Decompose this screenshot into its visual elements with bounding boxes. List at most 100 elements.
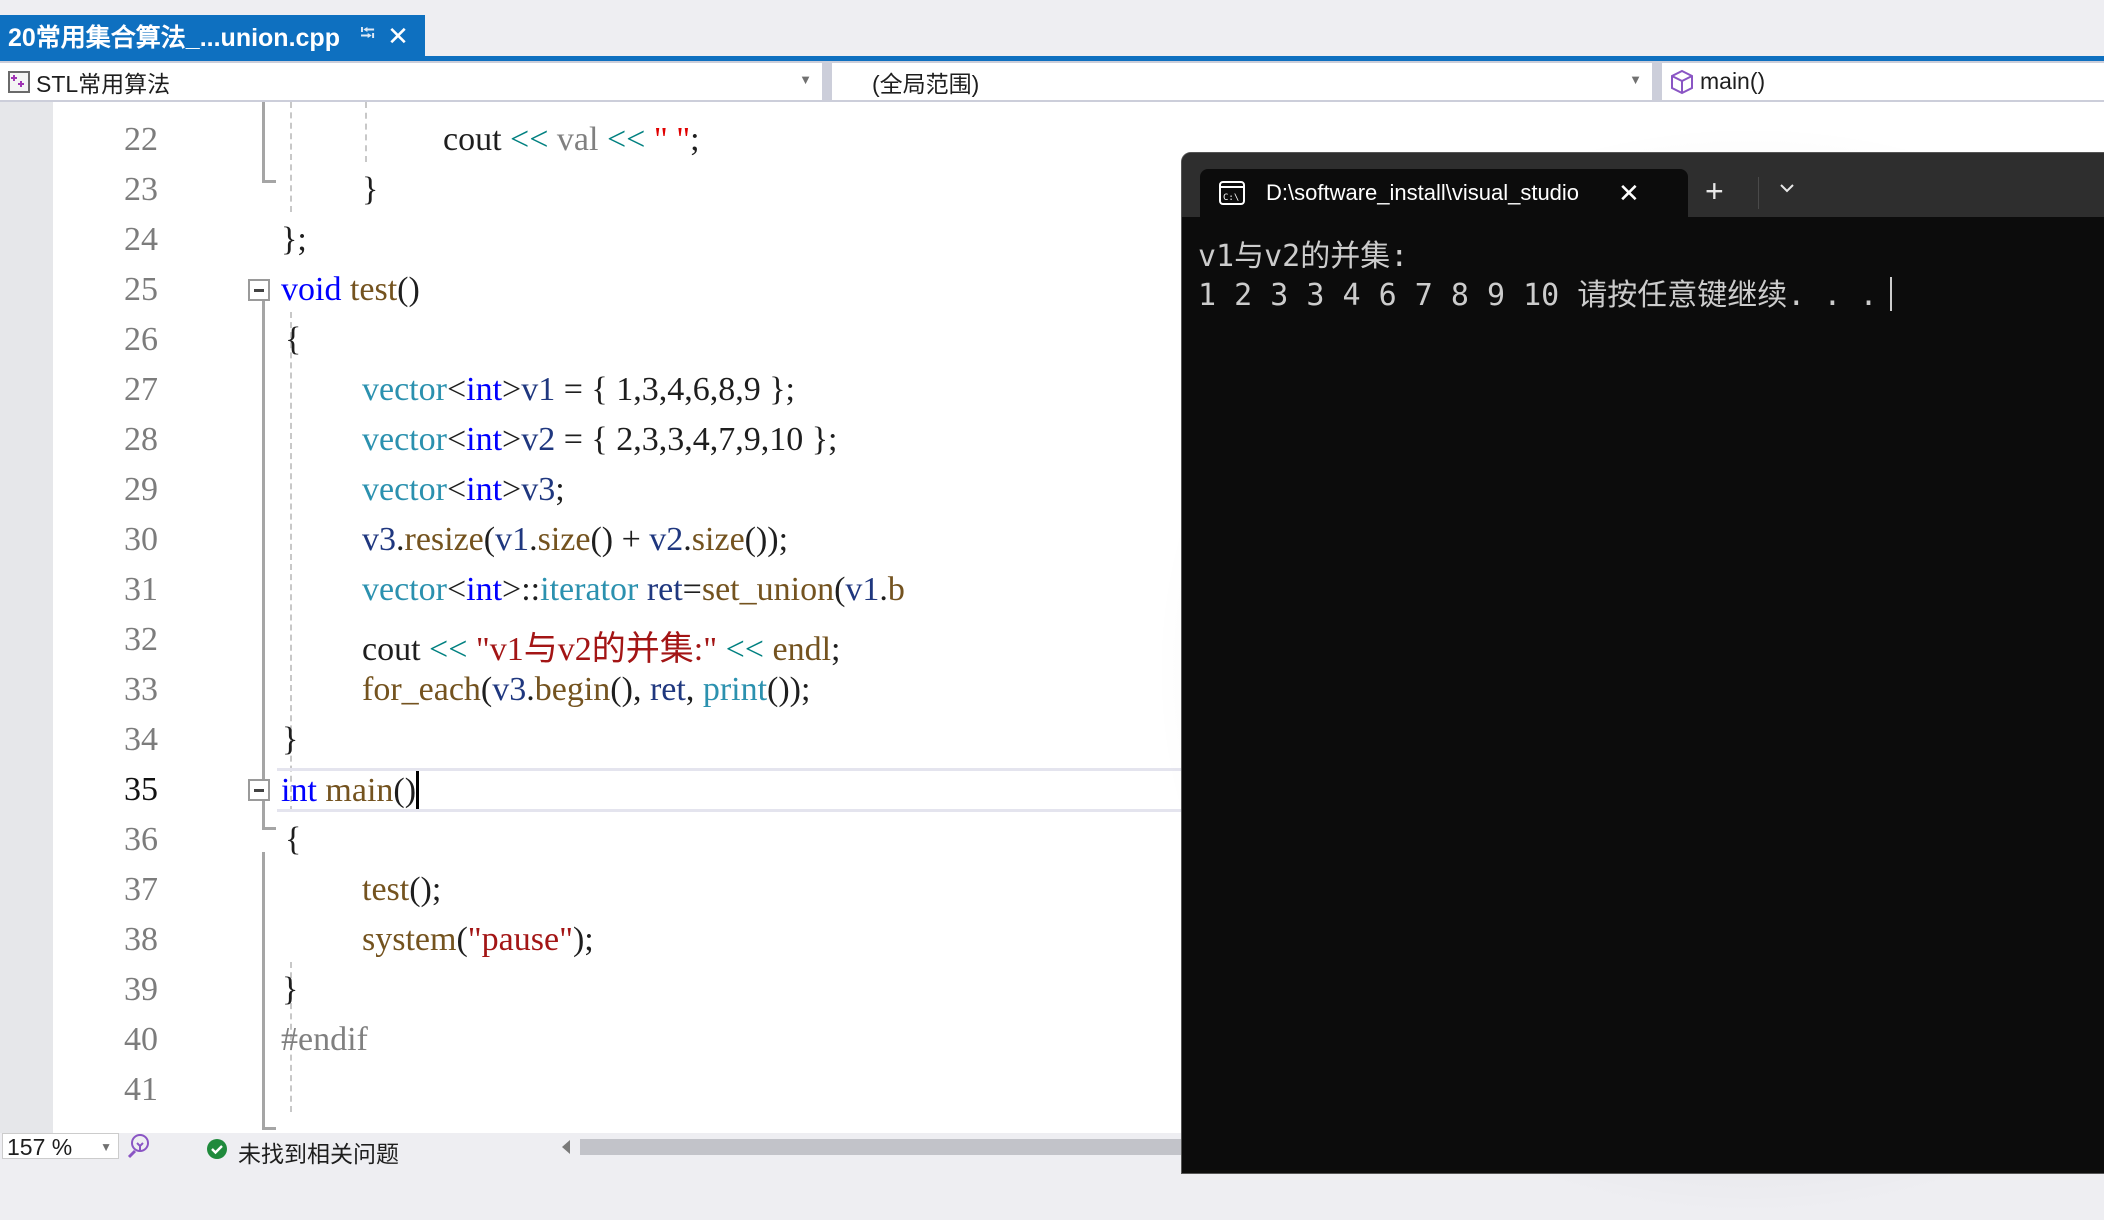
project-name: STL常用算法 bbox=[36, 70, 171, 97]
terminal-tab[interactable]: C:\ D:\software_install\visual_studio ✕ bbox=[1200, 169, 1688, 217]
code-token: "pause" bbox=[467, 921, 573, 958]
member-dropdown[interactable]: main() bbox=[1662, 63, 2104, 100]
code-token: test bbox=[341, 271, 398, 308]
code-token: . bbox=[526, 671, 535, 708]
horizontal-scrollbar-thumb[interactable] bbox=[580, 1139, 1200, 1155]
code-text: #endif bbox=[281, 1021, 368, 1058]
line-number: 29 bbox=[124, 471, 158, 508]
code-token: ; bbox=[555, 471, 565, 508]
code-token: int bbox=[466, 421, 503, 458]
code-token: ( bbox=[480, 671, 493, 708]
terminal-window[interactable]: C:\ D:\software_install\visual_studio ✕ … bbox=[1181, 152, 2104, 1174]
chevron-down-icon[interactable] bbox=[1778, 181, 1796, 199]
close-icon[interactable]: ✕ bbox=[1618, 178, 1640, 209]
terminal-title-bar[interactable]: C:\ D:\software_install\visual_studio ✕ … bbox=[1182, 153, 2104, 217]
code-token: v1 bbox=[495, 521, 530, 558]
document-tab[interactable]: 20常用集合算法_...union.cpp ⭾ ✕ bbox=[0, 15, 425, 57]
scope-dropdown[interactable]: (全局范围) ▼ bbox=[832, 63, 1652, 100]
code-token: resize bbox=[404, 521, 484, 558]
line-number: 36 bbox=[124, 821, 158, 858]
code-token: system bbox=[362, 921, 457, 958]
navigation-bar: STL常用算法 ▼ (全局范围) ▼ main() bbox=[0, 61, 2104, 102]
line-number: 22 bbox=[124, 121, 158, 158]
code-token: vector bbox=[362, 471, 447, 508]
terminal-tab-title: D:\software_install\visual_studio bbox=[1266, 180, 1580, 205]
terminal-cursor bbox=[1889, 277, 1892, 311]
chevron-down-icon: ▼ bbox=[1629, 72, 1642, 87]
line-number: 28 bbox=[124, 421, 158, 458]
code-token: ret bbox=[649, 671, 686, 708]
code-token: test bbox=[362, 871, 410, 908]
code-token: vector bbox=[362, 421, 447, 458]
code-token: void bbox=[281, 271, 342, 308]
code-token: () bbox=[393, 772, 417, 809]
issues-indicator[interactable]: 未找到相关问题 bbox=[206, 1135, 399, 1169]
code-token: . bbox=[529, 521, 538, 558]
line-number: 32 bbox=[124, 621, 158, 658]
line-number: 39 bbox=[124, 971, 158, 1008]
scroll-left-arrow[interactable] bbox=[562, 1140, 570, 1154]
collapse-toggle[interactable] bbox=[248, 279, 270, 301]
code-token: vector bbox=[362, 571, 447, 608]
code-token: ); bbox=[572, 921, 594, 958]
code-token: b bbox=[887, 571, 905, 608]
code-token: main bbox=[316, 772, 394, 809]
code-token: ()); bbox=[744, 521, 789, 558]
line-number: 25 bbox=[124, 271, 158, 308]
code-token: int bbox=[281, 772, 317, 809]
code-token: << bbox=[501, 121, 557, 158]
line-number: 30 bbox=[124, 521, 158, 558]
new-tab-button[interactable]: + bbox=[1705, 175, 1724, 207]
code-token: for_each bbox=[362, 671, 481, 708]
scope-name: (全局范围) bbox=[872, 70, 980, 97]
code-text: } bbox=[282, 971, 299, 1008]
code-token: " bbox=[676, 121, 691, 158]
code-token: " bbox=[653, 121, 668, 158]
line-number: 33 bbox=[124, 671, 158, 708]
code-token: set_union bbox=[701, 571, 835, 608]
chevron-down-icon: ▼ bbox=[100, 1140, 112, 1154]
code-token: begin bbox=[534, 671, 611, 708]
code-token: v1 bbox=[845, 571, 880, 608]
code-token: = { 2,3,3,4,7,9,10 }; bbox=[555, 421, 838, 458]
code-token: = bbox=[682, 571, 702, 608]
code-token: < bbox=[446, 471, 467, 508]
code-text: }; bbox=[281, 221, 307, 258]
code-token: int bbox=[466, 471, 503, 508]
zoom-dropdown[interactable]: 157 % ▼ bbox=[2, 1133, 119, 1160]
pin-icon[interactable]: ⭾ bbox=[360, 19, 375, 53]
code-token: iterator bbox=[540, 571, 639, 608]
line-number: 37 bbox=[124, 871, 158, 908]
svg-text:C:\: C:\ bbox=[1223, 193, 1239, 203]
line-number: 34 bbox=[124, 721, 158, 758]
intellicode-icon[interactable] bbox=[126, 1133, 152, 1165]
collapse-toggle[interactable] bbox=[248, 779, 270, 801]
line-number: 38 bbox=[124, 921, 158, 958]
code-text: { bbox=[285, 821, 302, 858]
code-token: v1 bbox=[521, 371, 556, 408]
code-token: "v1与v2的并集:" bbox=[475, 631, 718, 668]
line-number: 23 bbox=[124, 171, 158, 208]
member-name: main() bbox=[1700, 68, 1766, 94]
line-number: 31 bbox=[124, 571, 158, 608]
code-token: ( bbox=[456, 921, 468, 958]
code-token: vector bbox=[362, 371, 447, 408]
check-circle-icon bbox=[206, 1138, 228, 1166]
terminal-line: 1 2 3 3 4 6 7 8 9 10 请按任意键继续. . . bbox=[1198, 278, 1878, 313]
project-icon bbox=[8, 70, 30, 93]
project-dropdown[interactable]: STL常用算法 ▼ bbox=[0, 63, 822, 100]
code-token: ret bbox=[646, 571, 683, 608]
code-token: :: bbox=[521, 571, 541, 608]
close-icon[interactable]: ✕ bbox=[387, 23, 409, 49]
text-caret bbox=[416, 771, 420, 809]
code-token: v3 bbox=[492, 671, 527, 708]
line-number: 40 bbox=[124, 1021, 158, 1058]
code-token: . bbox=[396, 521, 405, 558]
code-token: () + bbox=[590, 521, 650, 558]
code-token: int bbox=[466, 571, 503, 608]
code-text: } bbox=[282, 721, 299, 758]
chevron-down-icon: ▼ bbox=[799, 72, 812, 87]
terminal-output[interactable]: v1与v2的并集: 1 2 3 3 4 6 7 8 9 10 请按任意键继续. .… bbox=[1198, 237, 1892, 315]
code-token: > bbox=[502, 471, 522, 508]
